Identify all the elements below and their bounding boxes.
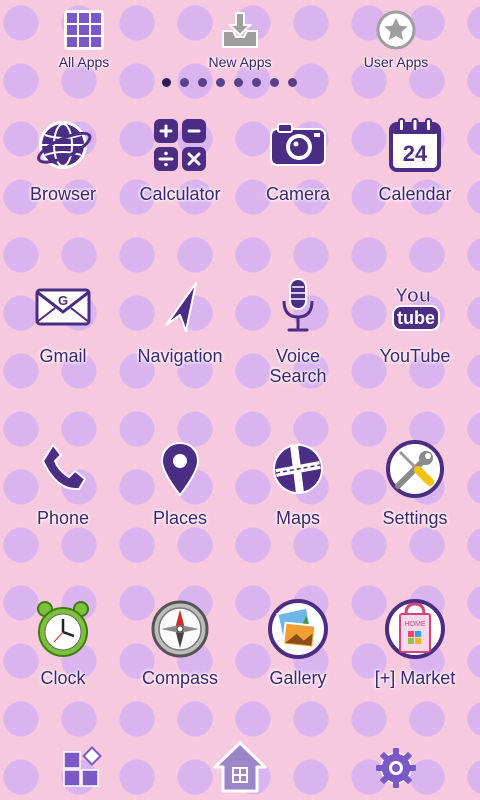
page-dot — [252, 78, 261, 87]
all-apps-button[interactable]: All Apps — [24, 8, 144, 70]
compass-icon — [147, 596, 213, 662]
download-tray-icon — [218, 8, 262, 52]
youtube-icon: You tube — [382, 274, 448, 340]
app-phone[interactable]: Phone — [4, 436, 122, 528]
app-label: YouTube — [379, 346, 451, 366]
camera-icon — [265, 112, 331, 178]
top-bar: All Apps New Apps User Apps — [0, 0, 480, 80]
app-market[interactable]: HOME [+] Market — [356, 596, 474, 688]
app-voice-search[interactable]: Voice Search — [239, 274, 357, 386]
alarm-clock-icon — [30, 596, 96, 662]
home-button[interactable] — [210, 740, 270, 796]
navigation-arrow-icon — [147, 274, 213, 340]
app-label: Camera — [265, 184, 331, 204]
page-dot — [216, 78, 225, 87]
phone-handset-icon — [30, 436, 96, 502]
app-calculator[interactable]: Calculator — [121, 112, 239, 204]
shopping-bag-icon: HOME — [382, 596, 448, 662]
new-apps-label: New Apps — [208, 54, 272, 70]
user-apps-button[interactable]: User Apps — [336, 8, 456, 70]
new-apps-button[interactable]: New Apps — [180, 8, 300, 70]
page-dot — [270, 78, 279, 87]
app-grid-icon — [62, 8, 106, 52]
page-dot — [288, 78, 297, 87]
app-calendar[interactable]: 24 Calendar — [356, 112, 474, 204]
app-label: Navigation — [137, 346, 223, 366]
app-browser[interactable]: Browser — [4, 112, 122, 204]
app-label: Gallery — [269, 668, 327, 688]
app-youtube[interactable]: You tube YouTube — [356, 274, 474, 366]
app-clock[interactable]: Clock — [4, 596, 122, 688]
app-label: Calendar — [378, 184, 452, 204]
app-label: Compass — [141, 668, 219, 688]
app-maps[interactable]: Maps — [239, 436, 357, 528]
page-dot — [180, 78, 189, 87]
settings-gear-button[interactable] — [366, 742, 426, 798]
app-label: Maps — [275, 508, 320, 528]
app-settings[interactable]: Settings — [356, 436, 474, 528]
microphone-icon — [265, 274, 331, 340]
gmail-envelope-icon: G — [30, 274, 96, 340]
youtube-logo-bottom: tube — [397, 308, 435, 328]
app-label: Settings — [382, 508, 448, 528]
app-gallery[interactable]: Gallery — [239, 596, 357, 688]
calendar-date: 24 — [403, 141, 428, 166]
all-apps-label: All Apps — [58, 54, 110, 70]
app-navigation[interactable]: Navigation — [121, 274, 239, 366]
gallery-photos-icon — [265, 596, 331, 662]
wrench-screwdriver-icon — [382, 436, 448, 502]
calendar-icon: 24 — [382, 112, 448, 178]
page-dot — [234, 78, 243, 87]
page-dot — [162, 78, 171, 87]
app-label: Calculator — [139, 184, 221, 204]
app-label: Browser — [29, 184, 96, 204]
app-gmail[interactable]: G Gmail — [4, 274, 122, 366]
app-label: Clock — [40, 668, 86, 688]
svg-text:G: G — [58, 293, 68, 308]
bag-text: HOME — [405, 621, 426, 628]
home-house-icon — [211, 737, 269, 800]
page-indicator — [162, 78, 297, 88]
app-camera[interactable]: Camera — [239, 112, 357, 204]
app-places[interactable]: Places — [121, 436, 239, 528]
page-dot — [198, 78, 207, 87]
app-label: Places — [152, 508, 208, 528]
globe-icon — [30, 112, 96, 178]
widgets-button[interactable] — [54, 742, 114, 798]
gear-icon — [374, 746, 418, 795]
map-pin-icon — [147, 436, 213, 502]
youtube-logo-top: You — [395, 285, 431, 307]
app-compass[interactable]: Compass — [121, 596, 239, 688]
user-apps-label: User Apps — [363, 54, 429, 70]
app-label: Voice Search — [269, 346, 327, 386]
dock — [0, 740, 480, 800]
calculator-icon — [147, 112, 213, 178]
app-label: [+] Market — [374, 668, 456, 688]
map-road-icon — [265, 436, 331, 502]
star-circle-icon — [374, 8, 418, 52]
app-label: Phone — [36, 508, 90, 528]
widgets-icon — [62, 745, 106, 795]
app-label: Gmail — [39, 346, 87, 366]
